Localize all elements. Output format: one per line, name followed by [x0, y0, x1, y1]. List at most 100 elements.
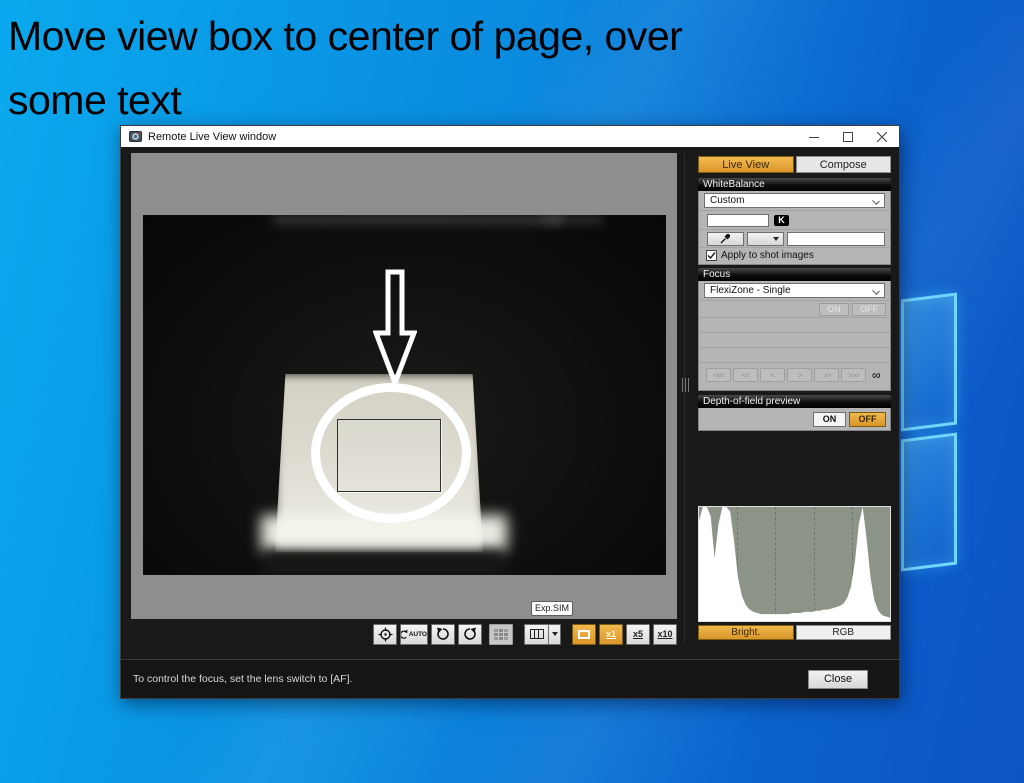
color-temperature-input[interactable]	[707, 214, 769, 227]
focus-far-3-button[interactable]: >>>	[841, 368, 866, 382]
eyedropper-icon	[720, 233, 731, 244]
rotate-arrow-icon	[401, 628, 408, 640]
rotate-right-button[interactable]	[458, 624, 482, 645]
histogram-rgb-button[interactable]: RGB	[796, 625, 892, 640]
panel-tabs: Live View Compose	[698, 156, 891, 173]
show-view-box-button[interactable]	[572, 624, 596, 645]
desktop-wallpaper: Move view box to center of page, over so…	[0, 0, 1024, 783]
liveview-image[interactable]	[143, 215, 666, 575]
focus-far-2-button[interactable]: >>	[814, 368, 839, 382]
focus-mode-value: FlexiZone - Single	[710, 285, 791, 296]
liveview-panel: Exp.SIM	[131, 153, 677, 619]
window-body: Exp.SIM AUTO	[121, 147, 899, 698]
remote-live-view-window: Remote Live View window	[120, 125, 900, 699]
focus-mode-select[interactable]: FlexiZone - Single	[704, 283, 885, 298]
image-highlight	[543, 216, 603, 223]
status-message: To control the focus, set the lens switc…	[133, 673, 352, 685]
panel-divider-grip[interactable]	[681, 378, 690, 392]
dropdown-arrow-icon	[773, 237, 779, 241]
focus-near-1-button[interactable]: <	[760, 368, 785, 382]
focus-empty-row	[699, 318, 890, 333]
histogram-bright-button[interactable]: Bright.	[698, 625, 794, 640]
panel-divider	[684, 153, 685, 645]
rotate-left-icon	[436, 627, 450, 641]
instruction-caption: Move view box to center of page, over so…	[8, 4, 682, 132]
af-off-button[interactable]: OFF	[852, 303, 886, 316]
auto-rotate-button[interactable]: AUTO	[400, 624, 428, 645]
infinity-symbol: ∞	[872, 368, 881, 382]
grid-overlay-button[interactable]	[489, 624, 513, 645]
instruction-caption-line1: Move view box to center of page, over	[8, 4, 682, 68]
whitebalance-value-input[interactable]	[787, 232, 885, 246]
split-view-icon	[530, 629, 544, 639]
focus-view-box[interactable]	[337, 419, 441, 492]
maximize-icon	[843, 132, 853, 142]
whitebalance-mode-value: Custom	[710, 195, 744, 206]
split-view-button[interactable]	[524, 624, 548, 645]
zoom-x5-button[interactable]: x5	[626, 624, 650, 645]
window-title: Remote Live View window	[148, 131, 276, 143]
target-icon	[378, 627, 393, 642]
tab-live-view[interactable]: Live View	[698, 156, 794, 173]
tab-compose[interactable]: Compose	[796, 156, 892, 173]
dropdown-arrow-icon	[552, 632, 558, 636]
zoom-x10-button[interactable]: x10	[653, 624, 677, 645]
dof-preview-block: ON OFF	[698, 408, 891, 431]
window-titlebar[interactable]: Remote Live View window	[121, 126, 899, 147]
grid-icon	[494, 629, 508, 640]
close-window-button[interactable]	[865, 126, 899, 147]
whitebalance-mode-select[interactable]: Custom	[704, 193, 885, 208]
rotate-right-icon	[463, 627, 477, 641]
windows-logo-pane	[901, 433, 957, 572]
statusbar: To control the focus, set the lens switc…	[121, 659, 899, 698]
windows-logo-pane	[901, 293, 957, 432]
liveview-toolbar: AUTO	[131, 623, 677, 645]
histogram-plot	[699, 507, 890, 621]
exposure-simulation-badge: Exp.SIM	[531, 601, 573, 616]
whitebalance-block: Custom K	[698, 191, 891, 265]
whitebalance-dropdown-button[interactable]	[747, 232, 784, 246]
focus-block: FlexiZone - Single ON OFF <<< << <	[698, 281, 891, 391]
dof-preview-header: Depth-of-field preview	[698, 395, 891, 408]
annotation-arrow-icon	[373, 269, 417, 387]
zoom-x10-label: x10	[657, 629, 672, 639]
check-icon	[707, 251, 716, 260]
focus-header: Focus	[698, 268, 891, 281]
focus-far-1-button[interactable]: >	[787, 368, 812, 382]
minimize-button[interactable]	[797, 126, 831, 147]
zoom-x1-label: x1	[606, 629, 616, 639]
minimize-icon	[809, 132, 819, 142]
af-on-button[interactable]: ON	[819, 303, 849, 316]
auto-label: AUTO	[409, 631, 427, 638]
app-icon	[129, 130, 142, 143]
instruction-caption-line2: some text	[8, 68, 682, 132]
chevron-down-icon	[872, 197, 880, 205]
focus-empty-row	[699, 333, 890, 348]
view-box-icon	[578, 630, 590, 639]
image-highlight	[273, 215, 563, 224]
close-icon	[877, 132, 887, 142]
eyedropper-button[interactable]	[707, 232, 744, 246]
maximize-button[interactable]	[831, 126, 865, 147]
close-button[interactable]: Close	[808, 670, 868, 689]
focus-near-3-button[interactable]: <<<	[706, 368, 731, 382]
apply-to-shot-images-checkbox[interactable]	[706, 250, 717, 261]
histogram-mode-buttons: Bright. RGB	[698, 625, 891, 640]
chevron-down-icon	[872, 287, 880, 295]
focus-near-2-button[interactable]: <<	[733, 368, 758, 382]
dof-on-button[interactable]: ON	[813, 412, 846, 427]
rotate-left-button[interactable]	[431, 624, 455, 645]
page-shadow	[263, 551, 503, 575]
kelvin-badge: K	[774, 215, 789, 226]
windows-logo	[893, 280, 965, 576]
apply-to-shot-images-label: Apply to shot images	[721, 250, 814, 261]
focus-empty-row	[699, 348, 890, 363]
whitebalance-header: WhiteBalance	[698, 178, 891, 191]
focus-point-button[interactable]	[373, 624, 397, 645]
zoom-x5-label: x5	[633, 629, 643, 639]
control-panel: Live View Compose WhiteBalance Custom K	[698, 147, 891, 700]
dof-off-button[interactable]: OFF	[849, 412, 886, 427]
split-view-dropdown-button[interactable]	[548, 624, 561, 645]
histogram	[698, 506, 891, 622]
zoom-x1-button[interactable]: x1	[599, 624, 623, 645]
